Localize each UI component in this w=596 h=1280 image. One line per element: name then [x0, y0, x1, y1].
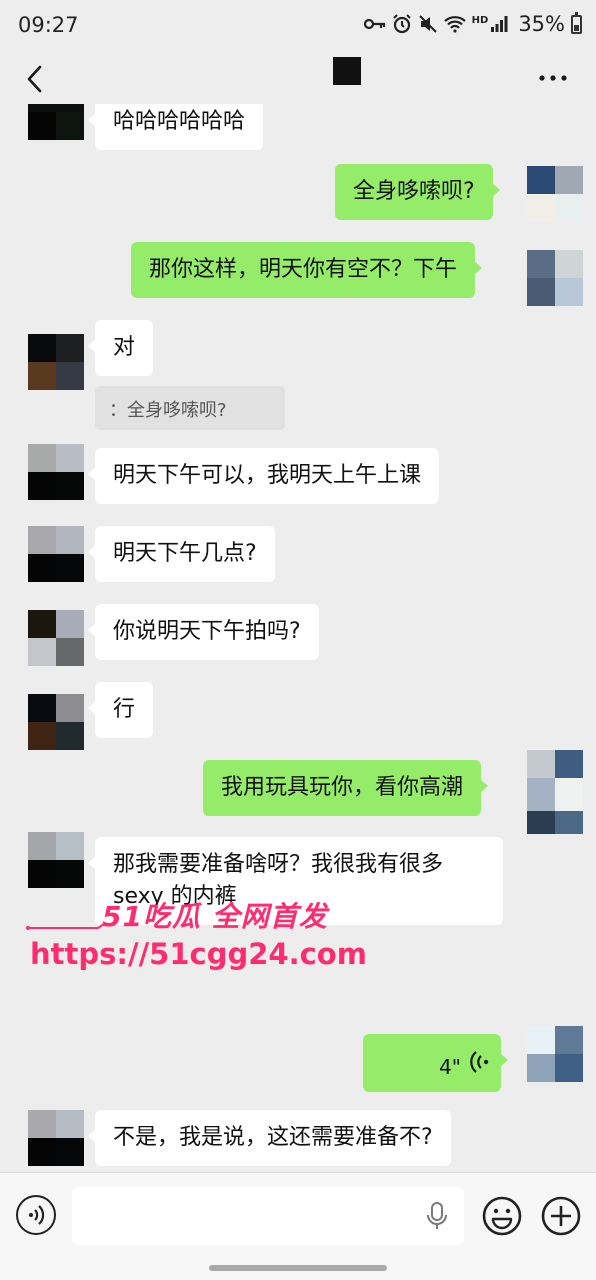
- chevron-left-icon: [27, 65, 42, 93]
- mute-icon: [418, 12, 438, 36]
- emoji-button[interactable]: [481, 1195, 523, 1237]
- voice-mode-button[interactable]: [16, 1195, 56, 1235]
- message-incoming[interactable]: 行: [87, 682, 154, 738]
- contact-avatar[interactable]: [28, 610, 84, 666]
- emoji-icon: [482, 1196, 522, 1236]
- message-incoming[interactable]: 不是，我是说，这还需要准备不?: [88, 1110, 451, 1166]
- contact-avatar[interactable]: [28, 694, 84, 750]
- battery-percent: 35%: [518, 12, 565, 36]
- status-icons: HD 35%: [363, 11, 582, 36]
- message-incoming[interactable]: 明天下午可以，我明天上午上课: [87, 448, 440, 504]
- voice-message[interactable]: 4": [363, 1034, 508, 1092]
- contact-avatar[interactable]: [28, 832, 84, 888]
- input-bar: [0, 1172, 596, 1280]
- key-icon: [363, 12, 386, 36]
- self-avatar[interactable]: [527, 250, 583, 306]
- chat-title-avatar: [333, 57, 361, 85]
- message-outgoing[interactable]: 全身哆嗦呗?: [335, 164, 500, 220]
- message-incoming[interactable]: 你说明天下午拍吗?: [88, 604, 319, 660]
- network-hd-label: HD: [471, 14, 489, 26]
- contact-avatar[interactable]: [28, 526, 84, 582]
- status-time: 09:27: [18, 13, 79, 37]
- contact-avatar[interactable]: [28, 104, 84, 140]
- message-outgoing[interactable]: 那你这样，明天你有空不？下午: [131, 242, 483, 298]
- voice-wave-icon: [470, 1051, 489, 1073]
- more-dots-icon: [539, 75, 567, 81]
- watermark: 51吃瓜 全网首发 https://51cgg24.com: [22, 895, 367, 985]
- more-options-button[interactable]: [538, 68, 568, 88]
- home-indicator[interactable]: [209, 1265, 387, 1271]
- wifi-icon: [443, 12, 466, 36]
- self-avatar[interactable]: [527, 166, 583, 222]
- battery-icon: [571, 11, 582, 34]
- chat-header: [0, 54, 596, 104]
- message-incoming[interactable]: 明天下午几点?: [88, 526, 275, 582]
- watermark-brand: 51吃瓜 全网首发: [102, 900, 328, 933]
- back-button[interactable]: [22, 62, 52, 96]
- contact-avatar[interactable]: [28, 444, 84, 500]
- self-avatar[interactable]: [527, 1026, 583, 1082]
- message-input[interactable]: [72, 1187, 464, 1245]
- status-bar: 09:27 HD 35%: [0, 0, 596, 54]
- voice-mode-icon: [29, 1205, 45, 1225]
- contact-avatar[interactable]: [28, 334, 84, 390]
- plus-icon: [541, 1196, 581, 1236]
- message-outgoing[interactable]: 我用玩具玩你，看你高潮: [203, 760, 489, 816]
- chat-messages[interactable]: 哈哈哈哈哈哈 全身哆嗦呗? 那你这样，明天你有空不？下午 对 ：全身哆嗦呗? 明…: [0, 104, 596, 1172]
- quoted-message[interactable]: ：全身哆嗦呗?: [95, 386, 285, 430]
- more-actions-button[interactable]: [540, 1195, 582, 1237]
- alarm-icon: [392, 12, 412, 36]
- watermark-url: https://51cgg24.com: [30, 937, 367, 971]
- microphone-button[interactable]: [426, 1201, 448, 1231]
- message-incoming[interactable]: 对: [87, 320, 154, 376]
- signal-icon: [490, 12, 508, 36]
- microphone-icon: [427, 1202, 447, 1229]
- voice-duration: 4": [439, 1055, 461, 1079]
- contact-avatar[interactable]: [28, 1110, 84, 1166]
- message-incoming[interactable]: 哈哈哈哈哈哈: [87, 104, 264, 150]
- self-avatar-lower: [527, 788, 583, 834]
